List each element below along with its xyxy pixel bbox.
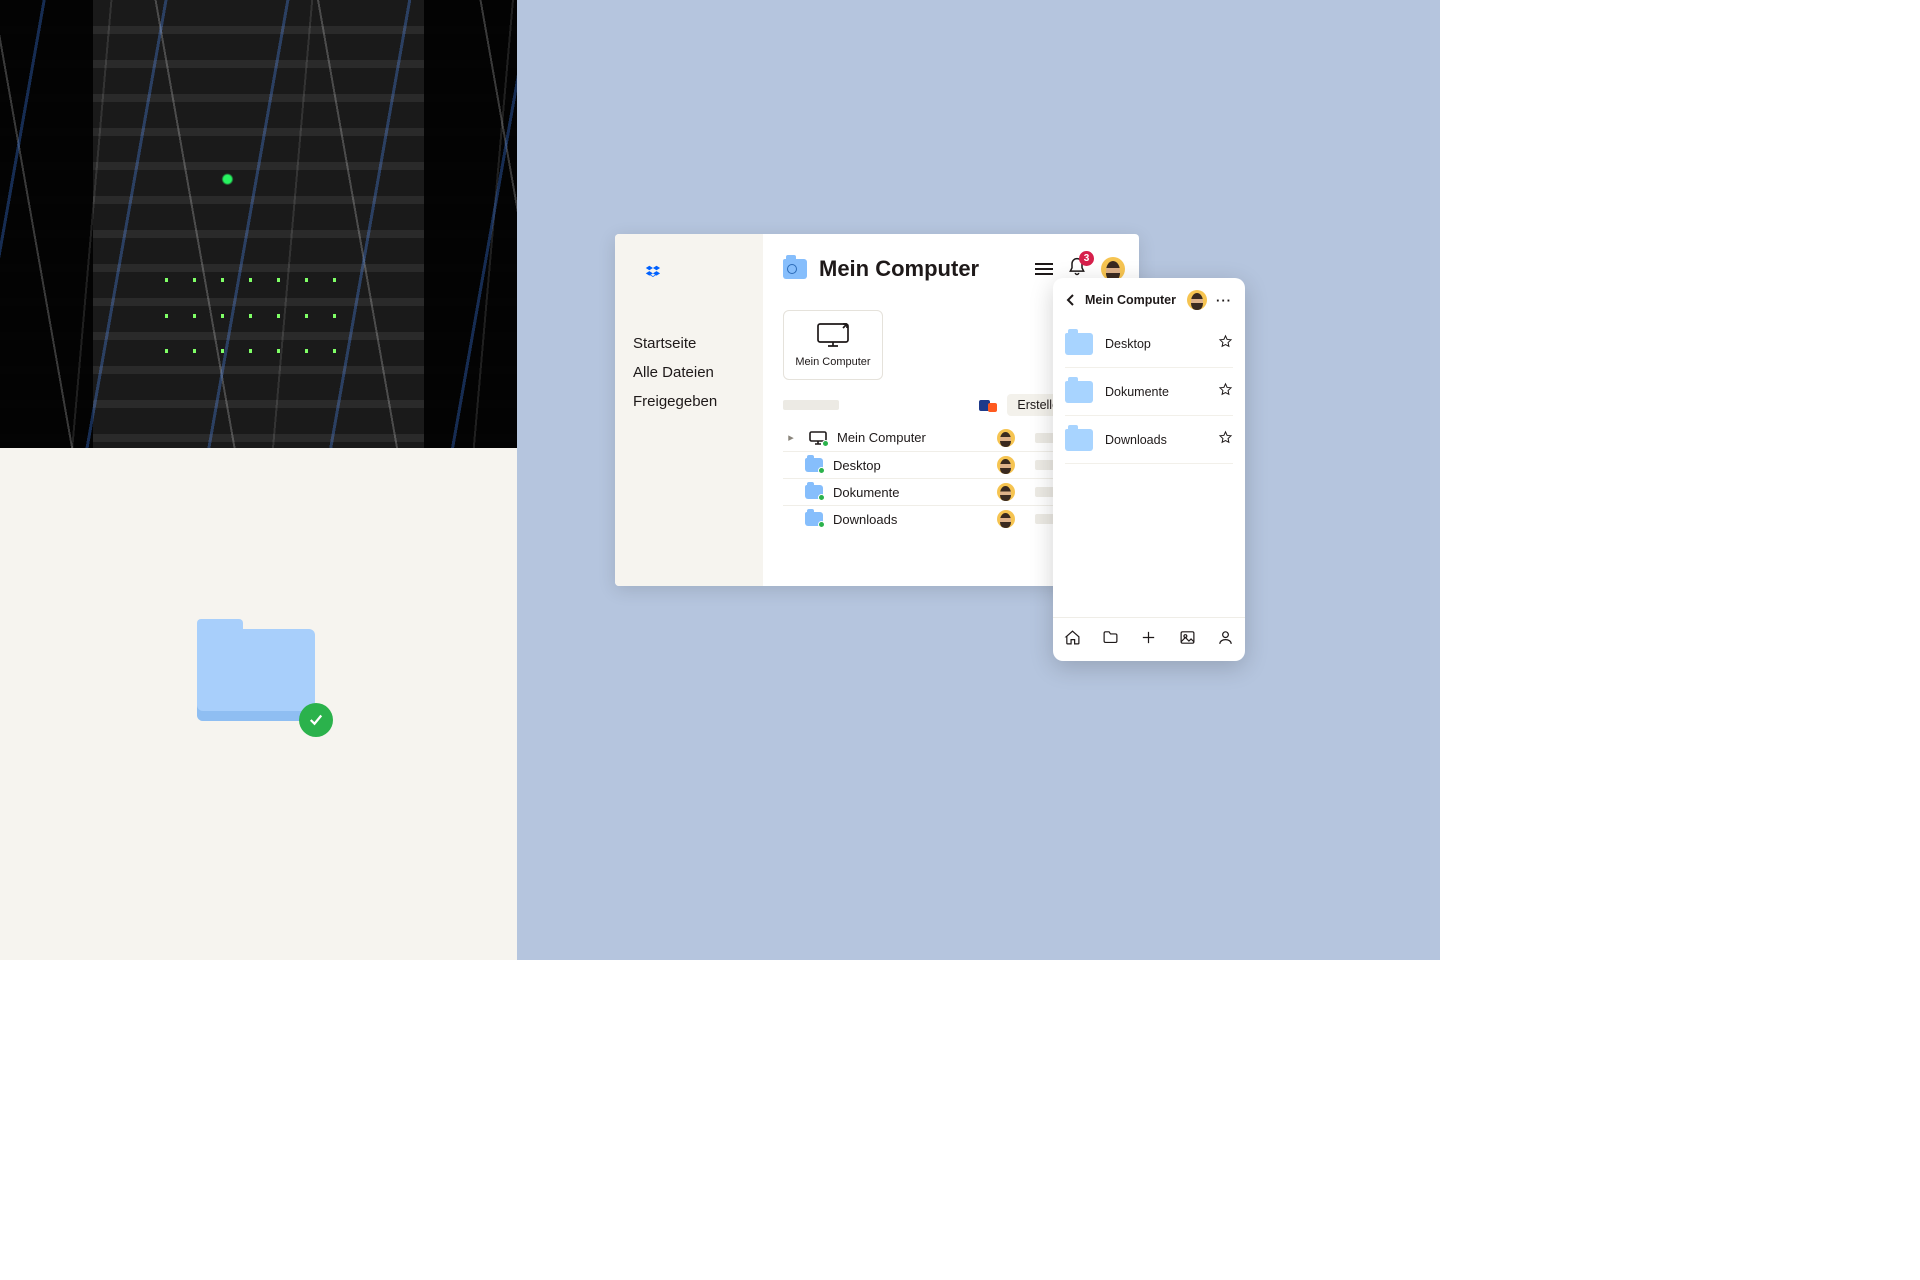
file-row-name: Mein Computer bbox=[837, 430, 926, 445]
dropbox-logo-icon[interactable] bbox=[643, 264, 745, 295]
tab-home-icon[interactable] bbox=[1064, 629, 1081, 651]
sync-ok-dot-icon bbox=[818, 521, 825, 528]
back-chevron-icon[interactable] bbox=[1065, 294, 1077, 306]
left-bottom-panel bbox=[0, 448, 517, 960]
folder-icon bbox=[1065, 381, 1093, 403]
notification-badge: 3 bbox=[1079, 251, 1094, 266]
mobile-header: Mein Computer ··· bbox=[1053, 278, 1245, 320]
device-card[interactable]: Mein Computer bbox=[783, 310, 883, 380]
placeholder-bar bbox=[783, 400, 839, 410]
owner-avatar[interactable] bbox=[997, 429, 1015, 447]
checkmark-circle-icon bbox=[299, 703, 333, 737]
mobile-row-downloads[interactable]: Downloads bbox=[1065, 416, 1233, 464]
disclosure-triangle-icon[interactable]: ▸ bbox=[783, 431, 799, 444]
computer-icon bbox=[809, 431, 827, 445]
mobile-row-name: Desktop bbox=[1105, 337, 1151, 351]
synced-folder-illustration bbox=[197, 619, 315, 719]
page-title: Mein Computer bbox=[819, 256, 979, 282]
star-icon[interactable] bbox=[1218, 334, 1233, 354]
menu-icon[interactable] bbox=[1035, 260, 1053, 278]
device-card-label: Mein Computer bbox=[795, 356, 870, 368]
mobile-row-desktop[interactable]: Desktop bbox=[1065, 320, 1233, 368]
mobile-row-dokumente[interactable]: Dokumente bbox=[1065, 368, 1233, 416]
owner-avatar[interactable] bbox=[997, 510, 1015, 528]
folder-icon bbox=[805, 512, 823, 526]
owner-avatar[interactable] bbox=[997, 483, 1015, 501]
dropbox-mobile-panel: Mein Computer ··· Desktop Dokumente Down… bbox=[1053, 278, 1245, 661]
sync-ok-dot-icon bbox=[822, 440, 829, 447]
folder-icon bbox=[805, 485, 823, 499]
tab-photo-icon[interactable] bbox=[1179, 629, 1196, 651]
mobile-tabbar bbox=[1053, 617, 1245, 661]
more-icon[interactable]: ··· bbox=[1215, 293, 1233, 308]
file-row-name: Dokumente bbox=[833, 485, 899, 500]
mobile-title: Mein Computer bbox=[1085, 293, 1176, 307]
tab-folder-icon[interactable] bbox=[1102, 629, 1119, 651]
folder-icon bbox=[805, 458, 823, 472]
sidebar-item-startseite[interactable]: Startseite bbox=[633, 329, 745, 358]
server-rack-photo bbox=[0, 0, 517, 448]
sync-ok-dot-icon bbox=[818, 467, 825, 474]
sync-ok-dot-icon bbox=[818, 494, 825, 501]
star-icon[interactable] bbox=[1218, 430, 1233, 450]
sidebar-item-freigegeben[interactable]: Freigegeben bbox=[633, 387, 745, 416]
mobile-row-name: Dokumente bbox=[1105, 385, 1169, 399]
file-row-name: Downloads bbox=[833, 512, 897, 527]
star-icon[interactable] bbox=[1218, 382, 1233, 402]
shared-folder-icon bbox=[783, 259, 807, 279]
account-avatar[interactable] bbox=[1187, 290, 1207, 310]
tab-plus-icon[interactable] bbox=[1140, 629, 1157, 651]
folder-icon bbox=[1065, 429, 1093, 451]
mobile-row-name: Downloads bbox=[1105, 433, 1167, 447]
sidebar: Startseite Alle Dateien Freigegeben bbox=[615, 234, 763, 586]
monitor-upload-icon bbox=[816, 322, 850, 348]
tab-person-icon[interactable] bbox=[1217, 629, 1234, 651]
record-icon[interactable] bbox=[979, 398, 997, 412]
owner-avatar[interactable] bbox=[997, 456, 1015, 474]
file-row-name: Desktop bbox=[833, 458, 881, 473]
folder-icon bbox=[1065, 333, 1093, 355]
sidebar-item-alle-dateien[interactable]: Alle Dateien bbox=[633, 358, 745, 387]
mobile-file-list: Desktop Dokumente Downloads bbox=[1053, 320, 1245, 464]
